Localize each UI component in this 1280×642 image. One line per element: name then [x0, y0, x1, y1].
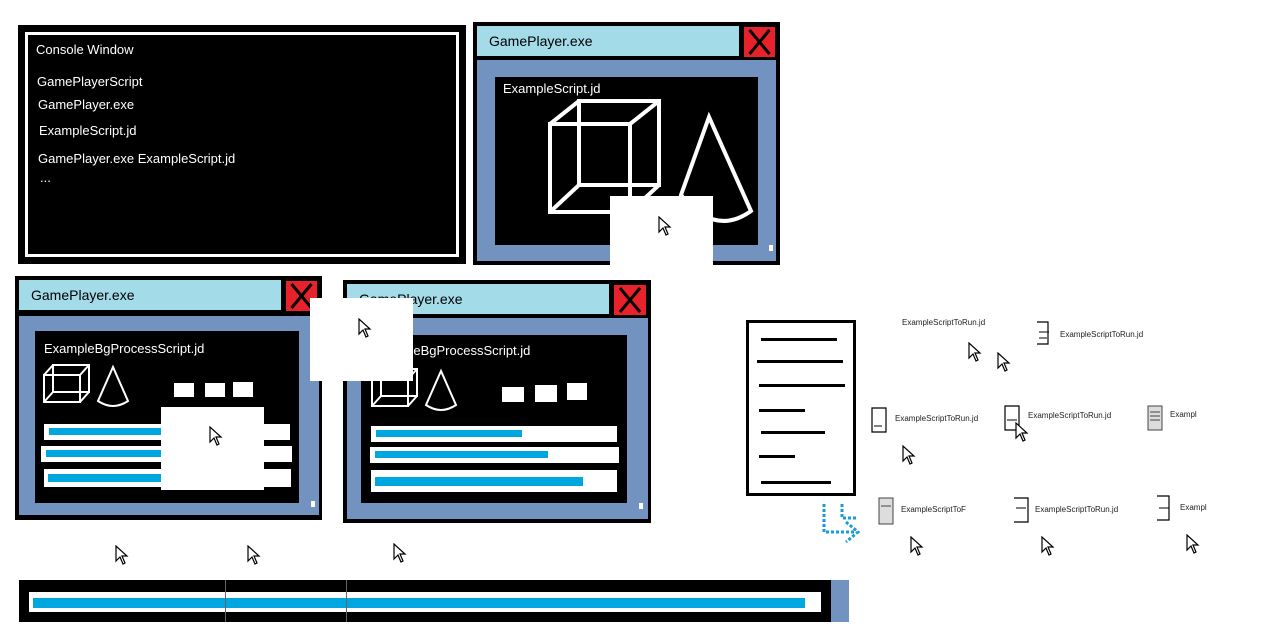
file-label[interactable]: ExampleScriptToF — [901, 505, 966, 514]
document-icon[interactable] — [877, 496, 897, 526]
window-title: GamePlayer.exe — [477, 26, 739, 56]
text-line — [759, 455, 795, 458]
mouse-cursor-icon — [902, 445, 916, 465]
menu-block — [233, 382, 253, 397]
mouse-cursor-icon — [1041, 536, 1055, 556]
file-label[interactable]: ExampleScriptToRun.jd — [895, 414, 978, 423]
taskbar[interactable] — [19, 580, 849, 622]
console-line: GamePlayer.exe ExampleScript.jd — [38, 151, 236, 166]
menu-block — [205, 383, 225, 397]
refresh-arrow-icon — [822, 504, 861, 544]
progress-fill — [375, 451, 548, 458]
file-label[interactable]: Exampl — [1170, 410, 1197, 419]
mouse-cursor-icon — [968, 342, 982, 362]
close-button[interactable] — [741, 24, 778, 60]
console-line: ... — [40, 170, 51, 185]
mouse-cursor-icon — [910, 536, 924, 556]
game-window-left[interactable]: GamePlayer.exe ExampleBgProcessScript.jd — [15, 276, 322, 520]
taskbar-end-cap — [831, 580, 849, 622]
text-line — [761, 431, 825, 434]
file-label[interactable]: ExampleScriptToRun.jd — [1035, 505, 1118, 514]
menu-block — [535, 385, 557, 402]
mouse-cursor-icon — [997, 352, 1011, 372]
resize-grip[interactable] — [769, 245, 773, 251]
document-icon[interactable] — [1146, 404, 1166, 434]
mouse-cursor-icon — [247, 545, 261, 565]
console-window[interactable]: Console Window GamePlayerScript GamePlay… — [18, 25, 466, 264]
taskbar-progress-fill — [33, 598, 805, 608]
document-icon[interactable] — [1035, 320, 1055, 346]
close-button[interactable] — [611, 282, 649, 318]
document-icon[interactable] — [870, 406, 890, 434]
progress-fill — [376, 430, 522, 437]
cursor-overlay — [310, 298, 413, 381]
resize-grip[interactable] — [639, 503, 643, 509]
mouse-cursor-icon — [1186, 534, 1200, 554]
file-label[interactable]: Exampl — [1180, 503, 1207, 512]
mouse-cursor-icon — [393, 543, 407, 563]
file-label[interactable]: ExampleScriptToRun.jd — [1028, 411, 1111, 420]
text-line — [759, 409, 805, 412]
console-line: GamePlayer.exe — [38, 97, 135, 112]
mouse-cursor-icon — [1015, 422, 1029, 442]
menu-block — [174, 383, 194, 397]
mouse-cursor-icon — [658, 216, 672, 236]
cursor-overlay — [161, 407, 264, 490]
text-line — [761, 338, 837, 341]
progress-fill — [375, 477, 583, 486]
file-label[interactable]: ExampleScriptToRun.jd — [902, 318, 985, 327]
text-line — [759, 384, 845, 387]
document-icon[interactable] — [1012, 496, 1032, 526]
file-label[interactable]: ExampleScriptToRun.jd — [1060, 330, 1143, 339]
console-line: GamePlayerScript — [37, 74, 143, 89]
console-inner-border — [25, 32, 459, 257]
close-icon — [618, 287, 642, 313]
mouse-cursor-icon — [358, 318, 372, 338]
console-title: Console Window — [36, 42, 134, 57]
window-title: GamePlayer.exe — [19, 280, 281, 310]
mouse-cursor-icon — [209, 426, 223, 446]
menu-block — [567, 383, 587, 400]
document-icon[interactable] — [1155, 494, 1175, 524]
cube-and-cone-graphic — [43, 364, 130, 407]
progress-fill — [49, 428, 167, 435]
taskbar-divider — [346, 580, 347, 622]
resize-grip[interactable] — [311, 501, 315, 507]
document-page[interactable] — [746, 320, 856, 496]
console-line: ExampleScript.jd — [39, 123, 137, 138]
menu-block — [502, 387, 524, 402]
text-line — [757, 360, 843, 363]
close-icon — [748, 29, 771, 55]
game-window-top[interactable]: GamePlayer.exe ExampleScript.jd — [473, 22, 780, 266]
mouse-cursor-icon — [115, 545, 129, 565]
text-line — [761, 481, 831, 484]
taskbar-divider — [225, 580, 226, 622]
